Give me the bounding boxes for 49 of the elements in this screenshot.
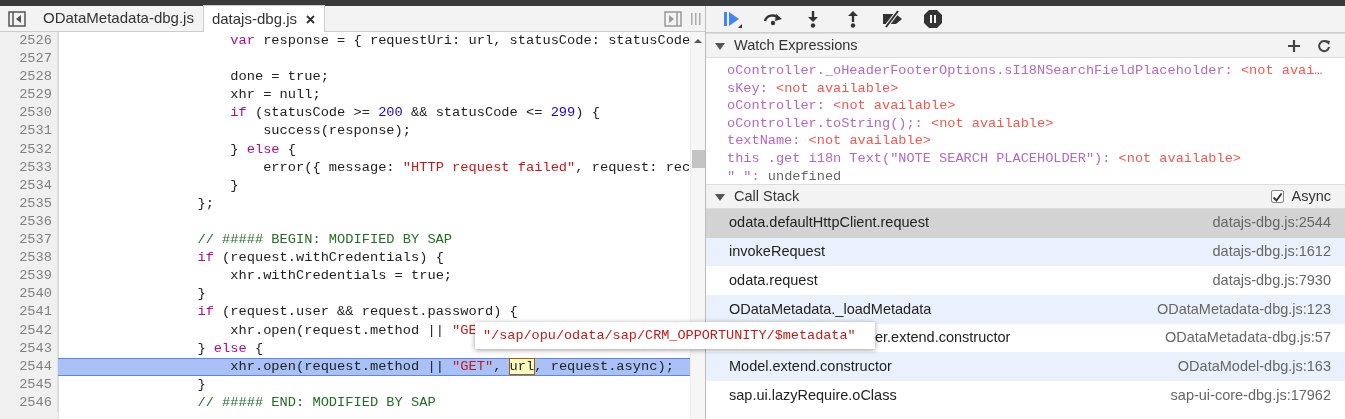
sidebar-toggle-icon[interactable] <box>8 11 26 27</box>
section-header[interactable]: Call Stack Async <box>706 184 1345 209</box>
step-out-icon <box>846 10 860 28</box>
code-line: xhr.withCredentials = true; <box>230 268 453 284</box>
drag-handle-icon <box>690 11 701 27</box>
step-over-icon <box>762 11 784 27</box>
code-line: }; <box>197 195 214 211</box>
panel-toggle-icon[interactable] <box>664 11 682 27</box>
code-line: xhr.open(request.method || "GET", url, request.async); <box>230 358 674 374</box>
code-line: xhr = null; <box>230 87 321 103</box>
play-icon <box>722 10 744 28</box>
watch-expression: textName: <not available> <box>727 132 932 150</box>
code-line: } <box>197 286 206 302</box>
file-tab[interactable]: ODataMetadata-dbg.js <box>34 5 203 31</box>
section-header[interactable]: Watch Expressions <box>706 33 1345 58</box>
watch-expression: oController.toString();: <not available> <box>727 114 1055 133</box>
call-stack-frame[interactable]: Model.extend.constructor ODataModel-dbg.js:163 <box>706 352 1345 382</box>
code-line: done = true; <box>230 69 329 85</box>
value-tooltip: "/sap/opu/odata/sap/CRM_OPPORTUNITY/$metadata" <box>475 322 875 349</box>
watch-expression: sKey: <not available> <box>727 79 900 98</box>
scrollbar-thumb[interactable] <box>692 150 705 168</box>
code-line: xhr.open(request.method || "GE <box>230 322 477 338</box>
code-line: // ##### BEGIN: MODIFIED BY SAP <box>197 232 453 248</box>
add-icon[interactable] <box>1287 38 1301 53</box>
call-stack-frame[interactable]: invokeRequest datajs-dbg.js:1612 <box>706 237 1345 267</box>
code-line: success(response); <box>263 123 411 139</box>
code-line: var response = { requestUri: url, statusCode: statusCode <box>230 33 691 48</box>
code-line: if (request.user && request.password) { <box>197 304 518 320</box>
code-line: } else { <box>197 340 264 356</box>
code-line: error({ message: "HTTP request failed", request: rec <box>263 159 691 175</box>
watch-expression: oController: <not available> <box>727 97 957 115</box>
watch-expression: this .get i18n Text("NOTE SEARCH PLACEHOLDER"): <not available> <box>727 149 1242 168</box>
code-line: } <box>230 177 239 193</box>
refresh-icon[interactable] <box>1317 38 1331 53</box>
code-line: } else { <box>230 141 296 157</box>
code-line: } <box>197 376 206 392</box>
call-stack-frame[interactable]: odata.defaultHttpClient.request datajs-dbg.js:2544 <box>706 209 1345 238</box>
watch-expression: " ": undefined <box>727 167 843 186</box>
async-checkbox[interactable] <box>1270 190 1284 203</box>
call-stack-frame[interactable]: ODataMetadata._loadMetadata ODataMetadata-dbg.js:123 <box>706 295 1345 324</box>
checkmark-icon <box>1271 191 1283 202</box>
file-tab[interactable]: datajs-dbg.js <box>202 5 325 32</box>
code-line: if (request.withCredentials) { <box>197 250 444 266</box>
watch-expression: oController._oHeaderFooterOptions.sI18NSearchFieldPlaceholder: <not avai… <box>727 62 1324 80</box>
step-into-icon <box>806 10 820 28</box>
pause-octagon-icon <box>923 9 943 29</box>
code-line: // ##### END: MODIFIED BY SAP <box>197 394 436 410</box>
close-icon <box>305 13 316 25</box>
code-line: if (statusCode >= 200 && statusCode <= 299) { <box>230 105 600 121</box>
